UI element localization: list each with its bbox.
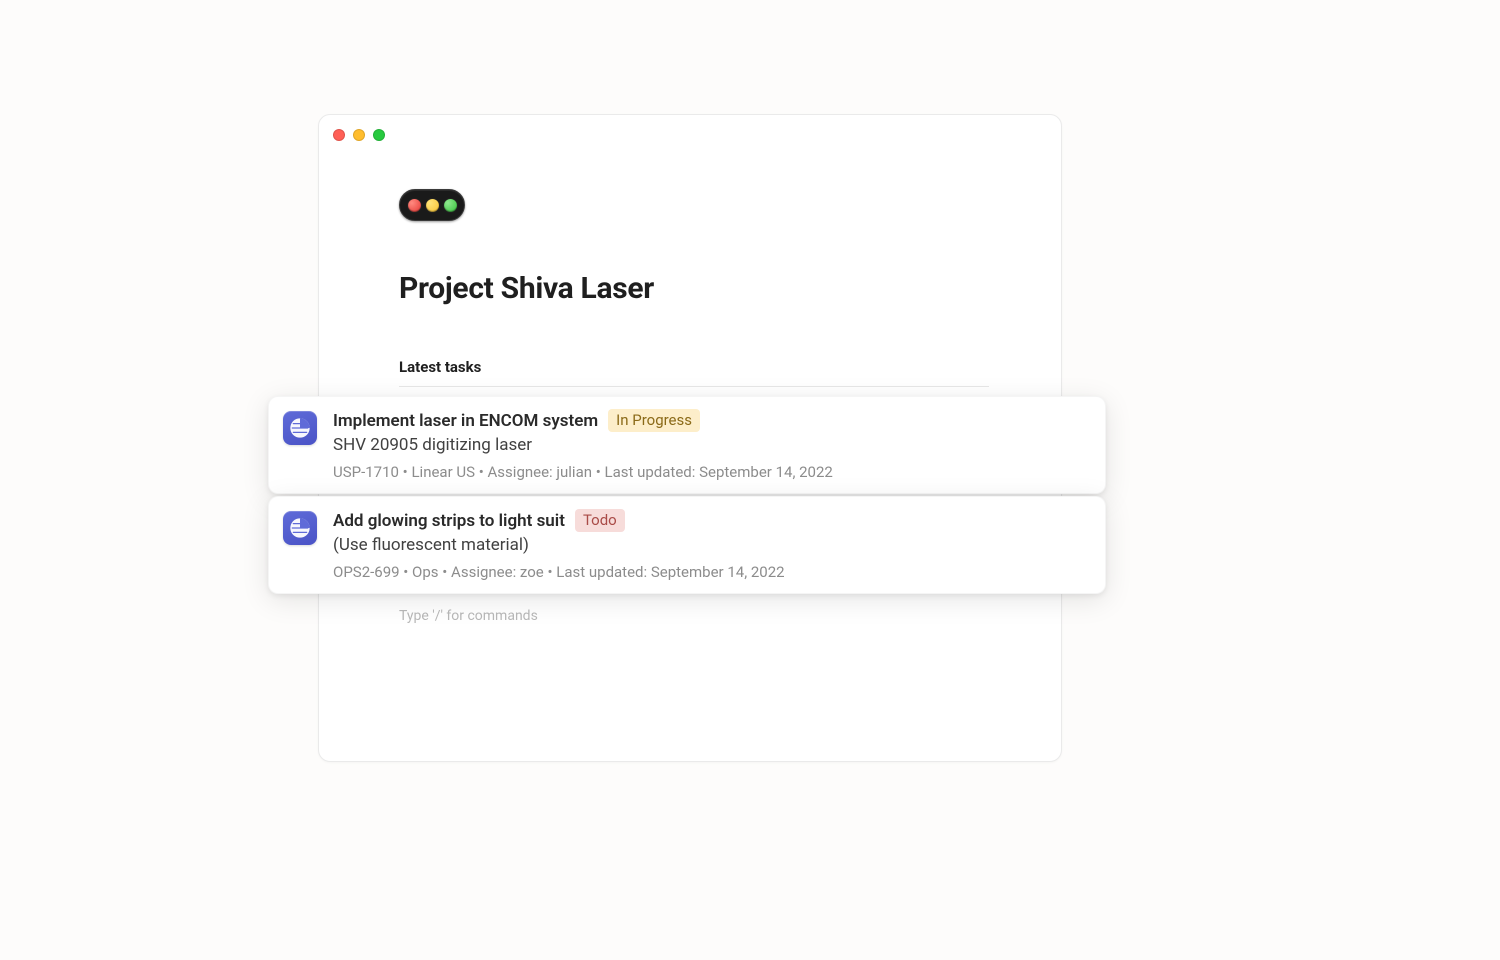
editor-placeholder[interactable]: Type '/' for commands [399, 608, 538, 624]
page-title: Project Shiva Laser [399, 271, 989, 306]
status-badge: In Progress [608, 409, 700, 432]
task-card[interactable]: Implement laser in ENCOM system In Progr… [268, 396, 1106, 494]
close-window-button[interactable] [333, 129, 345, 141]
task-subtitle: (Use fluorescent material) [333, 534, 1089, 557]
task-body: Add glowing strips to light suit Todo (U… [333, 509, 1089, 581]
window-controls [333, 129, 385, 141]
task-meta: OPS2-699 • Ops • Assignee: zoe • Last up… [333, 563, 1089, 581]
task-subtitle: SHV 20905 digitizing laser [333, 434, 1089, 457]
task-title: Implement laser in ENCOM system [333, 411, 598, 431]
logo-dot-yellow-icon [426, 199, 439, 212]
app-logo-icon [399, 189, 465, 221]
status-badge: Todo [575, 509, 625, 532]
maximize-window-button[interactable] [373, 129, 385, 141]
task-title: Add glowing strips to light suit [333, 511, 565, 531]
linear-icon [283, 411, 317, 445]
task-meta: USP-1710 • Linear US • Assignee: julian … [333, 463, 1089, 481]
task-card[interactable]: Add glowing strips to light suit Todo (U… [268, 496, 1106, 594]
linear-icon [283, 511, 317, 545]
task-body: Implement laser in ENCOM system In Progr… [333, 409, 1089, 481]
minimize-window-button[interactable] [353, 129, 365, 141]
document-content: Project Shiva Laser Latest tasks [399, 189, 989, 387]
logo-dot-red-icon [408, 199, 421, 212]
section-heading-latest-tasks: Latest tasks [399, 358, 989, 387]
logo-dot-green-icon [444, 199, 457, 212]
